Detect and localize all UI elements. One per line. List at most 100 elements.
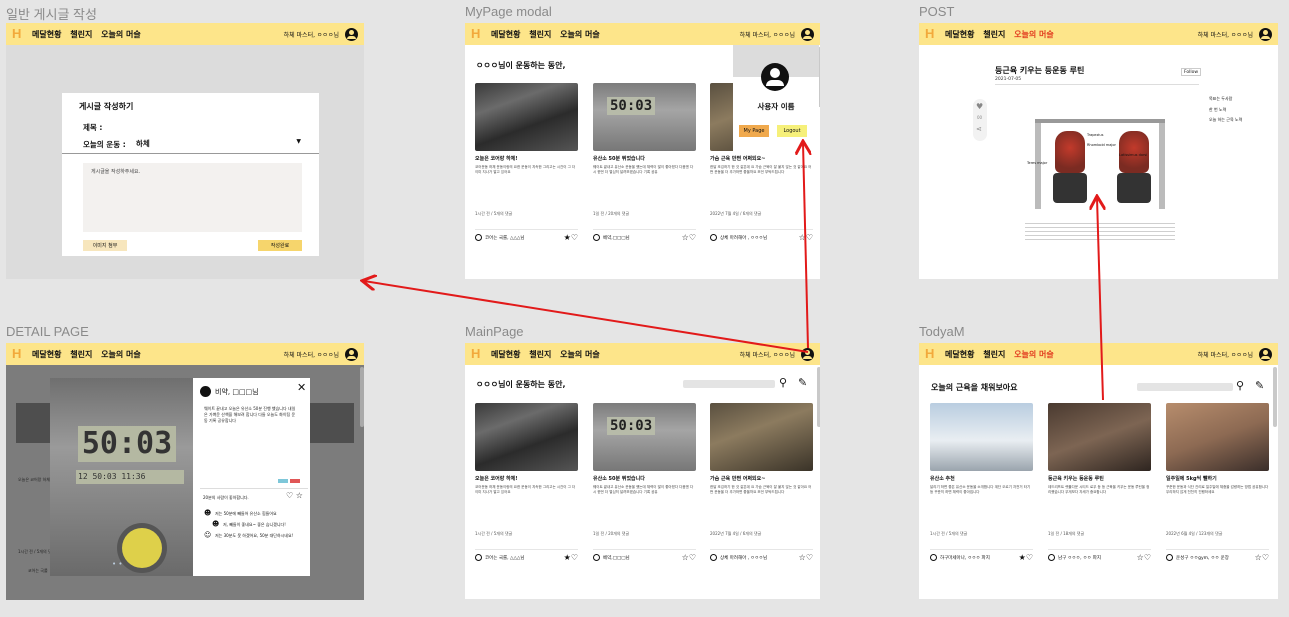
- logout-button[interactable]: Logout: [777, 125, 807, 137]
- avatar-icon[interactable]: [1259, 27, 1272, 41]
- frame-title-detail: DETAIL PAGE: [6, 324, 89, 339]
- carousel-dots[interactable]: • •: [112, 560, 122, 568]
- nav-challenge[interactable]: 챌린지: [70, 350, 92, 359]
- post-card[interactable]: 오늘은 코어랑 하체! 코어운동 하체 운동이랑의 요한 운동이 지속한 그리고…: [475, 83, 578, 253]
- logo-icon[interactable]: H: [471, 347, 483, 361]
- toc-item[interactable]: 오늘 하는 근육 노력: [1209, 117, 1242, 123]
- card-divider: [710, 229, 813, 230]
- share-icon[interactable]: ⋖: [976, 125, 982, 133]
- nav-today-muscle[interactable]: 오늘의 머슬: [1014, 30, 1054, 39]
- nav-medals[interactable]: 메달현황: [491, 350, 520, 359]
- post-card[interactable]: 유산소 50분 뛰었습니다 웨이트 끝내고 유산소 운동을 했는데 체력이 많이…: [593, 83, 696, 253]
- follow-button[interactable]: Follow: [1181, 68, 1201, 76]
- likes-text: 20분의 사람이 좋아합니다.: [203, 495, 249, 500]
- bg-card-title: 오늘은 코어랑 하체: [18, 477, 50, 482]
- post-card[interactable]: 가슴 근육 만쩐 어쩌되요~ 한달 조깅하기 한 것 같은데 요 가슴 근육이 …: [710, 403, 813, 573]
- card-body: 한달 조깅하기 한 것 같은데 요 가슴 근육이 잘 붙지 않는 것 같아요 어…: [710, 485, 812, 494]
- nav-today-muscle[interactable]: 오늘의 머슬: [101, 350, 141, 359]
- nav-medals[interactable]: 메달현황: [945, 30, 974, 39]
- avatar-icon[interactable]: [345, 27, 358, 41]
- star-heart-icons[interactable]: ☆♡: [799, 553, 813, 562]
- heart-star-icons[interactable]: ♡ ☆: [286, 491, 303, 500]
- star-heart-icons[interactable]: ☆♡: [799, 233, 813, 242]
- star-heart-icons[interactable]: ☆♡: [682, 233, 696, 242]
- toc-item[interactable]: 목표는 두사람: [1209, 96, 1232, 102]
- scrollbar[interactable]: [817, 367, 820, 427]
- star-heart-icons[interactable]: ☆♡: [1137, 553, 1151, 562]
- form-title: 게시글 작성하기: [79, 102, 134, 111]
- nav-medals[interactable]: 메달현황: [32, 350, 61, 359]
- user-greeting: 하체 마스터, ㅇㅇㅇ님: [1197, 31, 1253, 39]
- scrollbar[interactable]: [1273, 367, 1277, 427]
- profile-dropdown: 사용자 이름 My Page Logout: [733, 45, 819, 151]
- toc-item[interactable]: 한 번 노력: [1209, 107, 1226, 113]
- nav-medals[interactable]: 메달현황: [945, 350, 974, 359]
- star-heart-icons[interactable]: ☆♡: [1255, 553, 1269, 562]
- post-card[interactable]: 유산소 50분 뛰었습니다 웨이트 끝내고 유산소 운동을 했는데 체력이 많이…: [593, 403, 696, 573]
- card-author: 상체 마려해아 , ㅇㅇㅇ님: [720, 555, 768, 561]
- my-page-button[interactable]: My Page: [739, 125, 769, 137]
- card-title: 가슴 근육 만쩐 어쩌되요~: [710, 476, 766, 482]
- submit-button[interactable]: 작성완료: [258, 240, 302, 251]
- post-card[interactable]: 일주일에 5kg씩 뺄하기 꾸준한 운동과 식단 관리로 일주일에 체중을 감량…: [1166, 403, 1269, 573]
- search-icon[interactable]: ⚲: [779, 377, 787, 388]
- card-author: 하구마세아나, ㅇㅇㅇ 파지: [940, 555, 990, 561]
- nav-medals[interactable]: 메달현황: [491, 30, 520, 39]
- nav-challenge[interactable]: 챌린지: [70, 30, 92, 39]
- content-textarea[interactable]: 게시글을 작성하주세요.: [83, 163, 302, 232]
- nav-challenge[interactable]: 챌린지: [983, 30, 1005, 39]
- logo-icon[interactable]: H: [12, 27, 24, 41]
- attach-image-button[interactable]: 이미지 첨부: [83, 240, 127, 251]
- today-frame: H 메달현황 챌린지 오늘의 머슬 하체 마스터, ㅇㅇㅇ님 오늘의 근육을 채…: [919, 343, 1278, 599]
- card-body: 코어운동 하체 운동이랑의 요한 운동이 지속한 그리고는 시간이 그 더 이미…: [475, 165, 576, 174]
- nav-today-muscle[interactable]: 오늘의 머슬: [560, 350, 600, 359]
- star-heart-icons[interactable]: ★♡: [564, 233, 578, 242]
- exercise-select[interactable]: 하체 ▼: [136, 138, 301, 150]
- bg-card-image-right: [306, 403, 354, 443]
- search-icon[interactable]: ⚲: [1236, 380, 1244, 391]
- figure-label: Rhomboid major: [1087, 143, 1116, 147]
- post-card[interactable]: 등근육 키우는 등운동 루틴 데드리프트 렛풀다운 시티드 로우 등 등 근육을…: [1048, 403, 1151, 573]
- user-icon: [593, 554, 600, 561]
- tag-blue[interactable]: [278, 479, 288, 483]
- card-body: 웨이트 끝내고 유산소 운동을 했는데 체력이 많이 좋아졌다 다음엔 다시 한…: [593, 485, 694, 494]
- detail-photo: 50:03 12 50:03 11:36 • •: [50, 378, 193, 576]
- pencil-icon[interactable]: ✎: [798, 377, 807, 388]
- close-icon[interactable]: ✕: [297, 381, 306, 394]
- muscle-figure: Trapezius Rhomboid major Teres major Lat…: [1027, 111, 1175, 219]
- post-date: 2021-07-05: [995, 77, 1022, 82]
- nav-today-muscle[interactable]: 오늘의 머슬: [101, 30, 141, 39]
- avatar-icon[interactable]: [801, 347, 814, 361]
- star-heart-icons[interactable]: ☆♡: [682, 553, 696, 562]
- scrollbar[interactable]: [360, 367, 364, 427]
- avatar-icon[interactable]: [801, 27, 814, 41]
- logo-icon[interactable]: H: [471, 27, 483, 41]
- post-image: [1048, 403, 1151, 471]
- star-heart-icons[interactable]: ★♡: [564, 553, 578, 562]
- nav-today-muscle[interactable]: 오늘의 머슬: [1014, 350, 1054, 359]
- logo-icon[interactable]: H: [925, 347, 937, 361]
- tag-red[interactable]: [290, 479, 300, 483]
- header: H 메달현황 챌린지 오늘의 머슬 하체 마스터, ㅇㅇㅇ님: [6, 343, 364, 365]
- user-greeting: 하체 마스터, ㅇㅇㅇ님: [739, 31, 795, 39]
- nav-challenge[interactable]: 챌린지: [529, 30, 551, 39]
- post-card[interactable]: 오늘은 코어랑 하체! 코어운동 하체 운동이랑의 요한 운동이 지속한 그리고…: [475, 403, 578, 573]
- nav-today-muscle[interactable]: 오늘의 머슬: [560, 30, 600, 39]
- avatar-icon[interactable]: [345, 347, 358, 361]
- search-input[interactable]: [1137, 383, 1233, 391]
- card-divider: [593, 229, 696, 230]
- card-author: 남구 ㅇㅇㅇ, ㅇㅇ 파지: [1058, 555, 1101, 561]
- post-card[interactable]: 유산소 추천 달리기 하면 좋은 유산소 운동을 소개합니다 계단 오르기 자전…: [930, 403, 1033, 573]
- star-heart-icons[interactable]: ★♡: [1019, 553, 1033, 562]
- nav-challenge[interactable]: 챌린지: [529, 350, 551, 359]
- like-icon[interactable]: ♥: [976, 102, 983, 111]
- logo-icon[interactable]: H: [12, 347, 24, 361]
- search-input[interactable]: [683, 380, 775, 388]
- logo-icon[interactable]: H: [925, 27, 937, 41]
- nav-medals[interactable]: 메달현황: [32, 30, 61, 39]
- pencil-icon[interactable]: ✎: [1255, 380, 1264, 391]
- avatar-icon[interactable]: [1259, 347, 1272, 361]
- detail-text: 웨이트 끝내고 오늘은 유산소 50분 진행 했습니다 내일은 가벼운 산책을 …: [204, 406, 296, 423]
- card-title: 가슴 근육 만쩐 어쩌되요~: [710, 156, 766, 162]
- nav-challenge[interactable]: 챌린지: [983, 350, 1005, 359]
